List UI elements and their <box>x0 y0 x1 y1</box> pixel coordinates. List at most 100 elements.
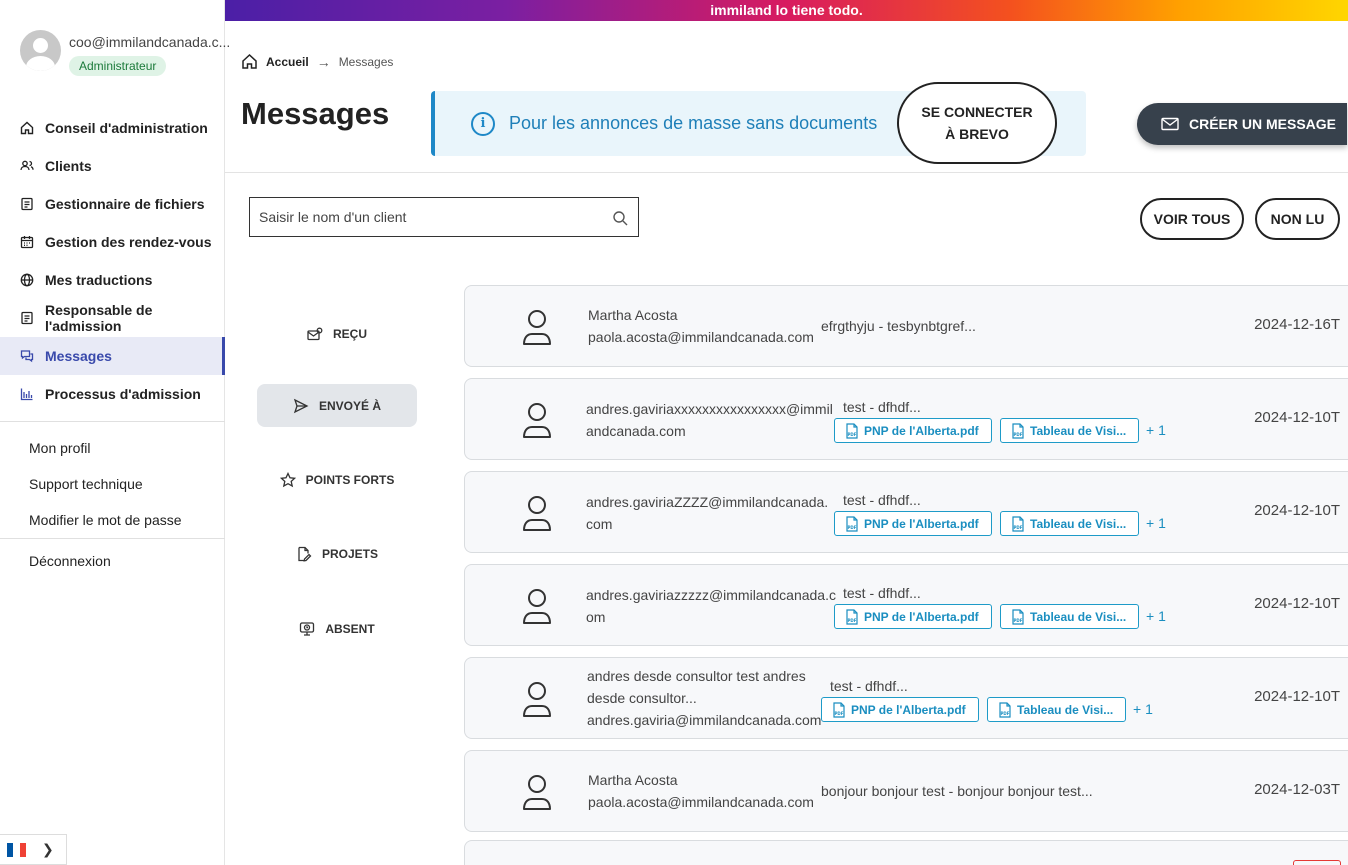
view-all-button[interactable]: VOIR TOUS <box>1140 198 1244 240</box>
sidebar-item-label: Conseil d'administration <box>45 120 208 136</box>
sender-email-cont: com <box>586 516 613 532</box>
attachment-chip[interactable]: PDF Tableau de Visi... <box>1000 418 1139 443</box>
sidebar-item-admission-manager[interactable]: Responsable de l'admission <box>0 299 225 337</box>
breadcrumb-home[interactable]: Accueil <box>266 55 309 69</box>
badge <box>1293 860 1341 865</box>
folder-sent[interactable]: ENVOYÉ À <box>257 384 417 427</box>
message-sender: andres.gaviriaZZZZ@immilandcanada. com <box>586 491 828 535</box>
sidebar: coo@immilandcanada.c... Administrateur C… <box>0 0 230 865</box>
more-attachments[interactable]: + 1 <box>1146 422 1166 438</box>
message-row[interactable] <box>464 840 1348 865</box>
attachment-chip[interactable]: PDF Tableau de Visi... <box>987 697 1126 722</box>
folder-label: ABSENT <box>325 621 375 636</box>
attachment-chip[interactable]: PDF Tableau de Visi... <box>1000 604 1139 629</box>
create-message-button[interactable]: CRÉER UN MESSAGE <box>1137 103 1347 145</box>
bar-chart-icon <box>20 387 34 401</box>
message-row[interactable]: andres.gaviriaxxxxxxxxxxxxxxxx@immil and… <box>464 378 1348 460</box>
more-attachments[interactable]: + 1 <box>1146 515 1166 531</box>
globe-icon <box>20 273 34 287</box>
pdf-file-icon: PDF <box>999 701 1011 718</box>
folder-highlights[interactable]: POINTS FORTS <box>257 458 417 501</box>
attachment-chip[interactable]: PDF PNP de l'Alberta.pdf <box>834 511 992 536</box>
change-password-link[interactable]: Modifier le mot de passe <box>0 502 225 538</box>
message-subject: efrgthyju - tesbynbtgref... <box>821 318 976 334</box>
user-profile[interactable]: coo@immilandcanada.c... Administrateur <box>20 30 230 76</box>
message-subject: test - dfhdf... <box>843 585 921 601</box>
svg-text:PDF: PDF <box>1014 525 1023 530</box>
attachment-chip[interactable]: PDF PNP de l'Alberta.pdf <box>834 418 992 443</box>
home-icon[interactable] <box>241 53 258 70</box>
message-date: 2024-12-10T <box>1254 688 1340 705</box>
more-attachments[interactable]: + 1 <box>1146 608 1166 624</box>
folder-received[interactable]: REÇU <box>257 312 417 355</box>
sidebar-item-messages[interactable]: Messages <box>0 337 225 375</box>
language-selector[interactable]: ❯ <box>0 834 67 865</box>
sender-email: andres.gaviria@immilandcanada.com <box>587 712 822 728</box>
envelope-open-icon <box>307 327 323 341</box>
avatar <box>20 30 61 71</box>
france-flag-icon <box>7 842 26 857</box>
file-icon <box>20 197 34 211</box>
message-subject: test - dfhdf... <box>843 399 921 415</box>
message-row[interactable]: andres.gaviriaZZZZ@immilandcanada. com t… <box>464 471 1348 553</box>
attachment-chip[interactable]: PDF PNP de l'Alberta.pdf <box>834 604 992 629</box>
message-date: 2024-12-10T <box>1254 409 1340 426</box>
search-input[interactable] <box>250 198 590 236</box>
connect-brevo-label-1: SE CONNECTER <box>921 104 1033 120</box>
message-date: 2024-12-10T <box>1254 595 1340 612</box>
sidebar-item-dashboard[interactable]: Conseil d'administration <box>0 109 225 147</box>
users-icon <box>20 159 34 173</box>
info-icon: i <box>471 112 495 136</box>
folder-absent[interactable]: ABSENT <box>257 607 417 650</box>
pdf-file-icon: PDF <box>846 608 858 625</box>
folder-label: POINTS FORTS <box>305 472 395 487</box>
unread-button[interactable]: NON LU <box>1255 198 1340 240</box>
message-row[interactable]: Martha Acosta paola.acosta@immilandcanad… <box>464 285 1348 367</box>
attachment-chip[interactable]: PDF PNP de l'Alberta.pdf <box>821 697 979 722</box>
my-profile-link[interactable]: Mon profil <box>0 430 225 466</box>
attachment-chip[interactable]: PDF Tableau de Visi... <box>1000 511 1139 536</box>
pdf-file-icon: PDF <box>1012 608 1024 625</box>
sidebar-item-admission-process[interactable]: Processus d'admission <box>0 375 225 413</box>
chevron-right-icon: ❯ <box>42 841 54 857</box>
message-date: 2024-12-03T <box>1254 781 1340 798</box>
message-sender: Martha Acosta paola.acosta@immilandcanad… <box>588 304 814 348</box>
sidebar-item-translations[interactable]: Mes traductions <box>0 261 225 299</box>
folder-label: REÇU <box>332 326 367 341</box>
folder-label: PROJETS <box>321 546 378 561</box>
tech-support-link[interactable]: Support technique <box>0 466 225 502</box>
more-attachments[interactable]: + 1 <box>1133 701 1153 717</box>
sender-name: Martha Acosta <box>588 772 678 788</box>
sidebar-item-clients[interactable]: Clients <box>0 147 225 185</box>
svg-text:PDF: PDF <box>848 618 857 623</box>
message-row[interactable]: andres desde consultor test andres desde… <box>464 657 1348 739</box>
page-title: Messages <box>241 96 390 131</box>
divider <box>225 172 1348 173</box>
attachment-name: Tableau de Visi... <box>1030 516 1127 531</box>
sidebar-item-appointments[interactable]: Gestion des rendez-vous <box>0 223 225 261</box>
folder-label: ENVOYÉ À <box>318 398 381 413</box>
sender-email: andres.gaviriaxxxxxxxxxxxxxxxx@immil <box>586 401 833 417</box>
message-sender: andres desde consultor test andres desde… <box>587 665 821 731</box>
folder-projects[interactable]: PROJETS <box>257 532 417 575</box>
attachment-name: PNP de l'Alberta.pdf <box>864 609 979 624</box>
sidebar-item-file-manager[interactable]: Gestionnaire de fichiers <box>0 185 225 223</box>
info-banner: i Pour les annonces de masse sans docume… <box>431 82 1086 164</box>
send-icon <box>293 398 309 414</box>
connect-brevo-button[interactable]: SE CONNECTER À BREVO <box>897 82 1057 164</box>
message-row[interactable]: Martha Acosta paola.acosta@immilandcanad… <box>464 750 1348 832</box>
sidebar-item-label: Mes traductions <box>45 272 153 288</box>
attachment-name: PNP de l'Alberta.pdf <box>851 702 966 717</box>
message-row[interactable]: andres.gaviriazzzzz@immilandcanada.c om … <box>464 564 1348 646</box>
message-date: 2024-12-16T <box>1254 316 1340 333</box>
attachment-name: Tableau de Visi... <box>1030 609 1127 624</box>
chat-icon <box>20 349 34 363</box>
user-email: coo@immilandcanada.c... <box>69 34 231 50</box>
svg-text:PDF: PDF <box>1014 618 1023 623</box>
breadcrumb-current: Messages <box>338 54 394 69</box>
sender-email: paola.acosta@immilandcanada.com <box>588 794 814 810</box>
logout-link[interactable]: Déconnexion <box>0 543 225 579</box>
connect-brevo-label-2: À BREVO <box>945 126 1009 142</box>
promo-banner: immiland lo tiene todo. <box>225 0 1348 21</box>
search-icon[interactable] <box>612 210 628 226</box>
